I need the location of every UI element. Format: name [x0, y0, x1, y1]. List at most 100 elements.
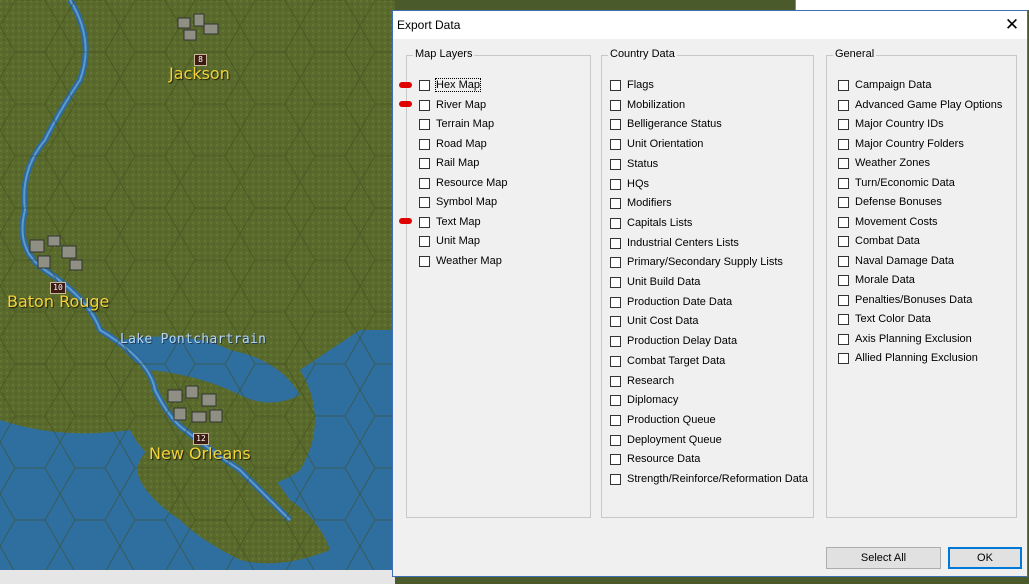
country-data-checkbox-production-delay-data[interactable]: Production Delay Data — [610, 333, 737, 349]
checkbox[interactable] — [610, 79, 621, 91]
checkbox[interactable] — [610, 355, 621, 367]
map-layer-checkbox-resource-map[interactable]: Resource Map — [419, 175, 508, 191]
general-checkbox-advanced-game-play-options[interactable]: Advanced Game Play Options — [838, 97, 1002, 113]
checkbox[interactable] — [419, 157, 430, 169]
general-checkbox-text-color-data[interactable]: Text Color Data — [838, 311, 931, 327]
checkbox[interactable] — [610, 118, 621, 130]
checkbox[interactable] — [838, 79, 849, 91]
checkbox[interactable] — [419, 99, 430, 111]
country-data-checkbox-research[interactable]: Research — [610, 373, 674, 389]
general-checkbox-combat-data[interactable]: Combat Data — [838, 233, 920, 249]
checkbox[interactable] — [838, 235, 849, 247]
checkbox[interactable] — [610, 335, 621, 347]
checkbox-label: Mobilization — [627, 99, 686, 111]
general-checkbox-morale-data[interactable]: Morale Data — [838, 272, 915, 288]
checkbox[interactable] — [838, 138, 849, 150]
checkbox[interactable] — [838, 294, 849, 306]
country-data-checkbox-status[interactable]: Status — [610, 156, 658, 172]
general-checkbox-campaign-data[interactable]: Campaign Data — [838, 77, 931, 93]
country-data-checkbox-production-date-data[interactable]: Production Date Data — [610, 294, 732, 310]
country-data-checkbox-deployment-queue[interactable]: Deployment Queue — [610, 432, 722, 448]
checkbox[interactable] — [610, 138, 621, 150]
general-checkbox-major-country-folders[interactable]: Major Country Folders — [838, 136, 964, 152]
checkbox[interactable] — [838, 177, 849, 189]
checkbox[interactable] — [610, 276, 621, 288]
country-data-checkbox-unit-cost-data[interactable]: Unit Cost Data — [610, 313, 699, 329]
checkbox[interactable] — [610, 394, 621, 406]
checkbox[interactable] — [610, 453, 621, 465]
map-layer-checkbox-rail-map[interactable]: Rail Map — [419, 155, 479, 171]
checkbox[interactable] — [419, 255, 430, 267]
map-layer-checkbox-text-map[interactable]: Text Map — [419, 214, 481, 230]
map-layer-checkbox-terrain-map[interactable]: Terrain Map — [419, 116, 494, 132]
checkbox[interactable] — [419, 79, 430, 91]
checkbox[interactable] — [419, 118, 430, 130]
general-checkbox-weather-zones[interactable]: Weather Zones — [838, 155, 930, 171]
checkbox[interactable] — [838, 352, 849, 364]
checkbox[interactable] — [610, 197, 621, 209]
select-all-button[interactable]: Select All — [826, 547, 941, 569]
checkbox[interactable] — [838, 157, 849, 169]
country-data-checkbox-production-queue[interactable]: Production Queue — [610, 412, 716, 428]
checkbox[interactable] — [610, 473, 621, 485]
checkbox[interactable] — [838, 196, 849, 208]
country-data-checkbox-combat-target-data[interactable]: Combat Target Data — [610, 353, 725, 369]
checkbox[interactable] — [838, 99, 849, 111]
general-checkbox-major-country-ids[interactable]: Major Country IDs — [838, 116, 944, 132]
close-icon[interactable]: ✕ — [1001, 14, 1023, 36]
checkbox[interactable] — [610, 375, 621, 387]
checkbox[interactable] — [838, 313, 849, 325]
country-data-checkbox-capitals-lists[interactable]: Capitals Lists — [610, 215, 692, 231]
checkbox[interactable] — [419, 196, 430, 208]
general-checkbox-axis-planning-exclusion[interactable]: Axis Planning Exclusion — [838, 331, 972, 347]
checkbox[interactable] — [610, 414, 621, 426]
checkbox[interactable] — [610, 434, 621, 446]
country-data-checkbox-industrial-centers-lists[interactable]: Industrial Centers Lists — [610, 235, 739, 251]
general-checkbox-naval-damage-data[interactable]: Naval Damage Data — [838, 253, 954, 269]
checkbox[interactable] — [610, 99, 621, 111]
checkbox[interactable] — [419, 138, 430, 150]
general-checkbox-penalties-bonuses-data[interactable]: Penalties/Bonuses Data — [838, 292, 972, 308]
checkbox[interactable] — [838, 274, 849, 286]
checkbox[interactable] — [610, 237, 621, 249]
checkbox[interactable] — [838, 333, 849, 345]
country-data-checkbox-primary-secondary-supply-lists[interactable]: Primary/Secondary Supply Lists — [610, 254, 783, 270]
game-map[interactable]: 8 Jackson 10 Baton Rouge Lake Pontchartr… — [0, 0, 395, 584]
checkbox[interactable] — [838, 216, 849, 228]
general-checkbox-defense-bonuses[interactable]: Defense Bonuses — [838, 194, 942, 210]
country-data-checkbox-mobilization[interactable]: Mobilization — [610, 97, 685, 113]
checkbox[interactable] — [610, 296, 621, 308]
checkbox[interactable] — [419, 235, 430, 247]
checkbox[interactable] — [838, 118, 849, 130]
ok-button[interactable]: OK — [948, 547, 1022, 569]
dialog-titlebar[interactable]: Export Data ✕ — [393, 11, 1027, 39]
country-data-checkbox-strength-reinforce-reformation-data[interactable]: Strength/Reinforce/Reformation Data — [610, 471, 808, 487]
country-data-checkbox-unit-orientation[interactable]: Unit Orientation — [610, 136, 703, 152]
general-checkbox-allied-planning-exclusion[interactable]: Allied Planning Exclusion — [838, 350, 978, 366]
checkbox[interactable] — [419, 216, 430, 228]
checkbox[interactable] — [419, 177, 430, 189]
map-layer-checkbox-unit-map[interactable]: Unit Map — [419, 233, 480, 249]
map-layer-checkbox-river-map[interactable]: River Map — [419, 97, 486, 113]
country-data-checkbox-hqs[interactable]: HQs — [610, 176, 649, 192]
checkbox[interactable] — [610, 315, 621, 327]
general-checkbox-movement-costs[interactable]: Movement Costs — [838, 214, 938, 230]
country-data-checkbox-flags[interactable]: Flags — [610, 77, 654, 93]
map-layer-checkbox-symbol-map[interactable]: Symbol Map — [419, 194, 497, 210]
checkbox-label: Research — [627, 375, 675, 387]
country-data-checkbox-resource-data[interactable]: Resource Data — [610, 451, 700, 467]
country-data-checkbox-unit-build-data[interactable]: Unit Build Data — [610, 274, 700, 290]
map-layer-checkbox-hex-map[interactable]: Hex Map — [419, 77, 482, 93]
country-data-checkbox-diplomacy[interactable]: Diplomacy — [610, 392, 678, 408]
checkbox-label: Primary/Secondary Supply Lists — [627, 256, 783, 268]
general-checkbox-turn-economic-data[interactable]: Turn/Economic Data — [838, 175, 955, 191]
country-data-checkbox-modifiers[interactable]: Modifiers — [610, 195, 672, 211]
country-data-checkbox-belligerance-status[interactable]: Belligerance Status — [610, 116, 722, 132]
checkbox[interactable] — [610, 158, 621, 170]
map-layer-checkbox-road-map[interactable]: Road Map — [419, 136, 487, 152]
checkbox[interactable] — [838, 255, 849, 267]
checkbox[interactable] — [610, 178, 621, 190]
map-layer-checkbox-weather-map[interactable]: Weather Map — [419, 253, 502, 269]
checkbox[interactable] — [610, 217, 621, 229]
checkbox[interactable] — [610, 256, 621, 268]
